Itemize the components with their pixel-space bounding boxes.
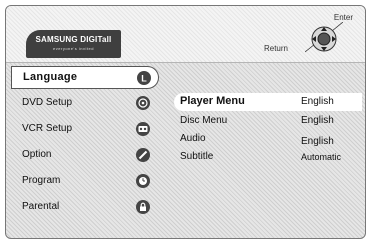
language-row-value: English [301,136,334,147]
remote-navigation-icon [305,22,343,53]
enter-hint: Enter [333,13,353,22]
cassette-icon [136,122,150,136]
program-icon [136,174,150,188]
language-row-audio[interactable]: Audio English [174,130,362,148]
menu-item-label: Parental [22,201,60,212]
menu-item-label: Option [22,149,52,160]
setup-menu: Language L DVD Setup VCR Setup Option Pr… [6,62,159,238]
language-row-name: Audio [180,133,206,144]
setup-menu-panel: SAMSUNG DIGITall everyone's invited Ente… [5,5,366,239]
language-row-player-menu[interactable]: Player Menu English [174,93,362,111]
brand-logo: SAMSUNG DIGITall everyone's invited [26,30,121,58]
menu-item-label: DVD Setup [22,97,73,108]
disc-icon [136,96,150,110]
return-hint: Return [263,44,288,53]
svg-text:L: L [141,74,147,84]
lock-icon [136,200,150,214]
menu-item-vcr-setup[interactable]: VCR Setup [11,118,159,141]
language-row-value: English [301,115,334,126]
language-row-name: Subtitle [180,151,214,162]
language-row-subtitle[interactable]: Subtitle Automatic [174,148,362,166]
brand-tagline: everyone's invited [53,46,94,51]
screen: SAMSUNG DIGITall everyone's invited Ente… [0,0,371,244]
menu-item-label: VCR Setup [22,123,73,134]
menu-item-program[interactable]: Program [11,170,159,193]
menu-item-option[interactable]: Option [11,144,159,167]
language-row-name: Player Menu [180,95,245,107]
menu-item-label: Program [22,175,61,186]
menu-item-language[interactable]: Language L [11,66,159,89]
menu-item-parental[interactable]: Parental [11,196,159,219]
menu-item-dvd-setup[interactable]: DVD Setup [11,92,159,115]
brand-name: SAMSUNG DIGITall [35,35,112,44]
language-row-name: Disc Menu [180,115,228,126]
language-row-value: Automatic [301,152,342,162]
language-row-disc-menu[interactable]: Disc Menu English [174,112,362,130]
language-icon: L [137,71,151,85]
menu-item-label: Language [23,71,78,83]
option-icon [136,148,150,162]
top-bar: SAMSUNG DIGITall everyone's invited Ente… [6,6,365,63]
language-row-value: English [301,96,334,107]
